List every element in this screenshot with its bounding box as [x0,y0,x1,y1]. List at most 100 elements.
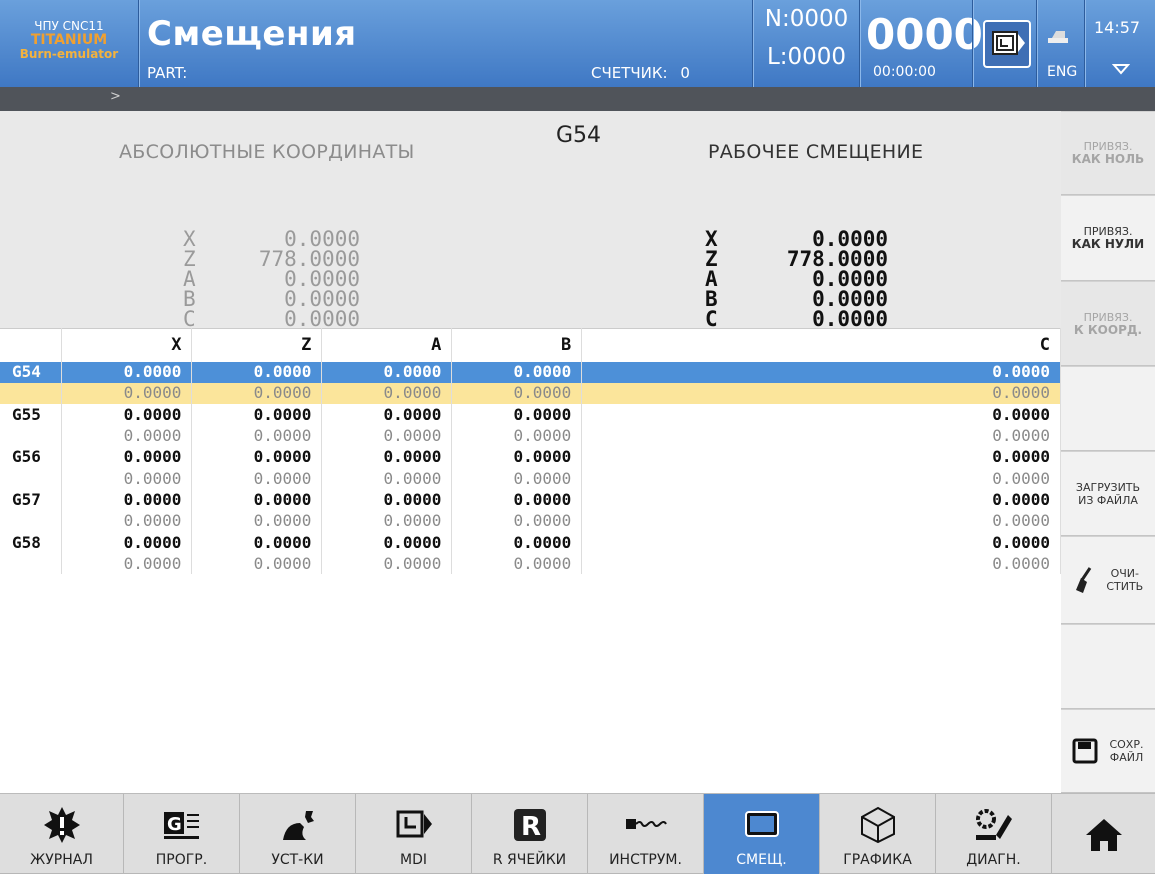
offset-cell[interactable]: 0.0000 [321,510,453,532]
language-indicator[interactable]: ENG [1047,64,1077,80]
table-row[interactable]: G55 0.0000 0.0000 0.0000 0.0000 0.0000 [0,404,1061,426]
offset-cell[interactable]: 0.0000 [191,531,323,554]
offset-cell[interactable]: 0.0000 [321,489,453,511]
col-z: Z [191,328,323,362]
part-label: PART: [147,64,188,82]
mdi-mode-button[interactable] [983,20,1031,68]
bind-as-zeros-button[interactable]: ПРИВЯЗ. КАК НУЛИ [1061,195,1155,281]
nav-offsets[interactable]: СМЕЩ. [704,794,820,874]
row-name [0,382,63,405]
table-row[interactable]: G54 0.0000 0.0000 0.0000 0.0000 0.0000 [0,361,1061,383]
offset-cell[interactable]: 0.0000 [321,553,453,575]
offset-cell[interactable]: 0.0000 [191,489,323,511]
offset-cell[interactable]: 0.0000 [451,361,583,383]
home-button[interactable] [1052,794,1155,874]
row-name: G58 [0,531,63,554]
offset-cell[interactable]: 0.0000 [581,382,1061,405]
nav-graphics[interactable]: ГРАФИКА [820,794,936,874]
offset-cell[interactable]: 0.0000 [581,553,1061,575]
offset-cell[interactable]: 0.0000 [451,489,583,511]
offset-cell[interactable]: 0.0000 [321,404,453,426]
table-subrow[interactable]: 0.0000 0.0000 0.0000 0.0000 0.0000 [0,467,1061,490]
offset-cell[interactable]: 0.0000 [451,553,583,575]
offset-cell[interactable]: 0.0000 [581,467,1061,490]
empty-side-button-2[interactable] [1061,624,1155,709]
brand-line2: TITANIUM [30,32,108,48]
table-subrow[interactable]: 0.0000 0.0000 0.0000 0.0000 0.0000 [0,510,1061,532]
n-value: N:0000 [764,6,849,32]
nav-settings[interactable]: УСТ-КИ [240,794,356,874]
chevron-down-icon[interactable] [1112,62,1130,76]
bind-to-coords-button[interactable]: ПРИВЯЗ. К КООРД. [1061,281,1155,366]
col-c: C [581,328,1061,362]
offset-cell[interactable]: 0.0000 [451,404,583,426]
offset-cell[interactable]: 0.0000 [61,361,193,383]
offset-cell[interactable]: 0.0000 [191,467,323,490]
offset-cell[interactable]: 0.0000 [451,425,583,447]
offset-cell[interactable]: 0.0000 [581,510,1061,532]
offset-cell[interactable]: 0.0000 [191,361,323,383]
nav-diagnostics[interactable]: ДИАГН. [936,794,1052,874]
load-from-file-button[interactable]: ЗАГРУЗИТЬ ИЗ ФАЙЛА [1061,451,1155,536]
offset-cell[interactable]: 0.0000 [451,382,583,405]
offset-cell[interactable]: 0.0000 [321,361,453,383]
offset-cell[interactable]: 0.0000 [191,446,323,468]
row-name [0,553,63,575]
nav-r-cells[interactable]: R R ЯЧЕЙКИ [472,794,588,874]
work-title: РАБОЧЕЕ СМЕЩЕНИЕ [708,141,924,163]
offset-cell[interactable]: 0.0000 [61,446,193,468]
offset-cell[interactable]: 0.0000 [191,425,323,447]
offset-cell[interactable]: 0.0000 [451,510,583,532]
offset-cell[interactable]: 0.0000 [61,489,193,511]
brand-line3: Burn-emulator [19,47,119,61]
offset-cell[interactable]: 0.0000 [191,382,323,405]
table-row[interactable]: G57 0.0000 0.0000 0.0000 0.0000 0.0000 [0,489,1061,511]
bind-as-zero-button[interactable]: ПРИВЯЗ. КАК НОЛЬ [1061,111,1155,195]
table-header: X Z A B C [0,328,1061,362]
command-line[interactable]: > [0,87,1155,111]
table-subrow[interactable]: 0.0000 0.0000 0.0000 0.0000 0.0000 [0,425,1061,447]
page-title: Смещения [147,14,357,54]
svg-text:G: G [167,814,182,835]
offset-cell[interactable]: 0.0000 [581,404,1061,426]
offset-cell[interactable]: 0.0000 [61,404,193,426]
offset-cell[interactable]: 0.0000 [321,425,453,447]
offset-cell[interactable]: 0.0000 [321,382,453,405]
offset-cell[interactable]: 0.0000 [61,467,193,490]
offsets-icon [744,811,779,837]
clear-button[interactable]: ОЧИ- СТИТЬ [1061,536,1155,624]
nav-mdi[interactable]: MDI [356,794,472,874]
l-value: L:0000 [766,44,847,70]
nav-log[interactable]: ЖУРНАЛ [0,794,124,874]
offset-cell[interactable]: 0.0000 [321,467,453,490]
offset-cell[interactable]: 0.0000 [321,446,453,468]
offset-cell[interactable]: 0.0000 [61,553,193,575]
nav-tools[interactable]: ИНСТРУМ. [588,794,704,874]
offset-cell[interactable]: 0.0000 [451,446,583,468]
table-row[interactable]: G56 0.0000 0.0000 0.0000 0.0000 0.0000 [0,446,1061,468]
offset-cell[interactable]: 0.0000 [321,531,453,554]
offset-cell[interactable]: 0.0000 [191,510,323,532]
offset-cell[interactable]: 0.0000 [581,361,1061,383]
empty-side-button-1[interactable] [1061,366,1155,451]
table-row[interactable]: G58 0.0000 0.0000 0.0000 0.0000 0.0000 [0,531,1061,554]
offset-cell[interactable]: 0.0000 [581,531,1061,554]
offset-cell[interactable]: 0.0000 [61,531,193,554]
offset-cell[interactable]: 0.0000 [451,467,583,490]
offset-cell[interactable]: 0.0000 [61,382,193,405]
row-name: G55 [0,404,63,426]
table-subrow[interactable]: 0.0000 0.0000 0.0000 0.0000 0.0000 [0,553,1061,575]
offset-cell[interactable]: 0.0000 [61,425,193,447]
offset-cell[interactable]: 0.0000 [581,489,1061,511]
offset-cell[interactable]: 0.0000 [191,553,323,575]
table-subrow[interactable]: 0.0000 0.0000 0.0000 0.0000 0.0000 [0,382,1061,405]
nav-program[interactable]: G ПРОГР. [124,794,240,874]
offset-cell[interactable]: 0.0000 [191,404,323,426]
brand-logo: ЧПУ CNC11 TITANIUM Burn-emulator [0,0,138,87]
offset-cell[interactable]: 0.0000 [581,425,1061,447]
offset-cell[interactable]: 0.0000 [581,446,1061,468]
save-file-button[interactable]: СОХР. ФАЙЛ [1061,709,1155,793]
offset-cell[interactable]: 0.0000 [61,510,193,532]
offset-cell[interactable]: 0.0000 [451,531,583,554]
svg-text:R: R [521,812,541,842]
